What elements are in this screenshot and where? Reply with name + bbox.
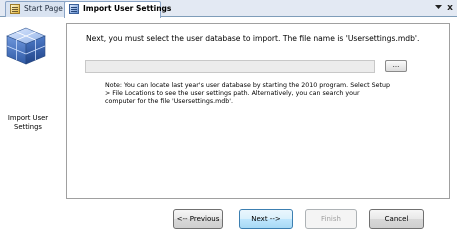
note-text: Note: You can locate last year's user da… [105, 82, 390, 106]
chevron-down-icon [434, 5, 442, 9]
instruction-text: Next, you must select the user database … [86, 34, 420, 43]
tab-start-page-label: Start Page [24, 4, 63, 13]
close-icon: x [447, 3, 453, 13]
tab-strip: Start Page Import User Settings x [0, 0, 457, 18]
cancel-button[interactable]: Cancel [369, 209, 424, 229]
tab-import-user-settings-label: Import User Settings [83, 4, 172, 13]
tab-dropdown-button[interactable] [433, 1, 443, 15]
start-page-icon [10, 4, 20, 14]
close-tab-button[interactable]: x [445, 1, 455, 15]
tab-start-page[interactable]: Start Page [5, 1, 66, 17]
import-settings-icon [69, 4, 79, 14]
finish-button[interactable]: Finish [305, 209, 357, 229]
wizard-sidebar: Import User Settings [0, 17, 56, 245]
database-path-field[interactable] [85, 60, 375, 73]
database-cubes-icon [6, 27, 46, 65]
tab-import-user-settings[interactable]: Import User Settings [64, 1, 171, 18]
previous-button[interactable]: <-- Previous [173, 209, 223, 229]
wizard-content-panel: Next, you must select the user database … [66, 23, 450, 199]
next-button[interactable]: Next --> [239, 209, 293, 229]
wizard-step-label: Import User Settings [7, 114, 49, 131]
browse-button[interactable]: ... [385, 60, 407, 72]
